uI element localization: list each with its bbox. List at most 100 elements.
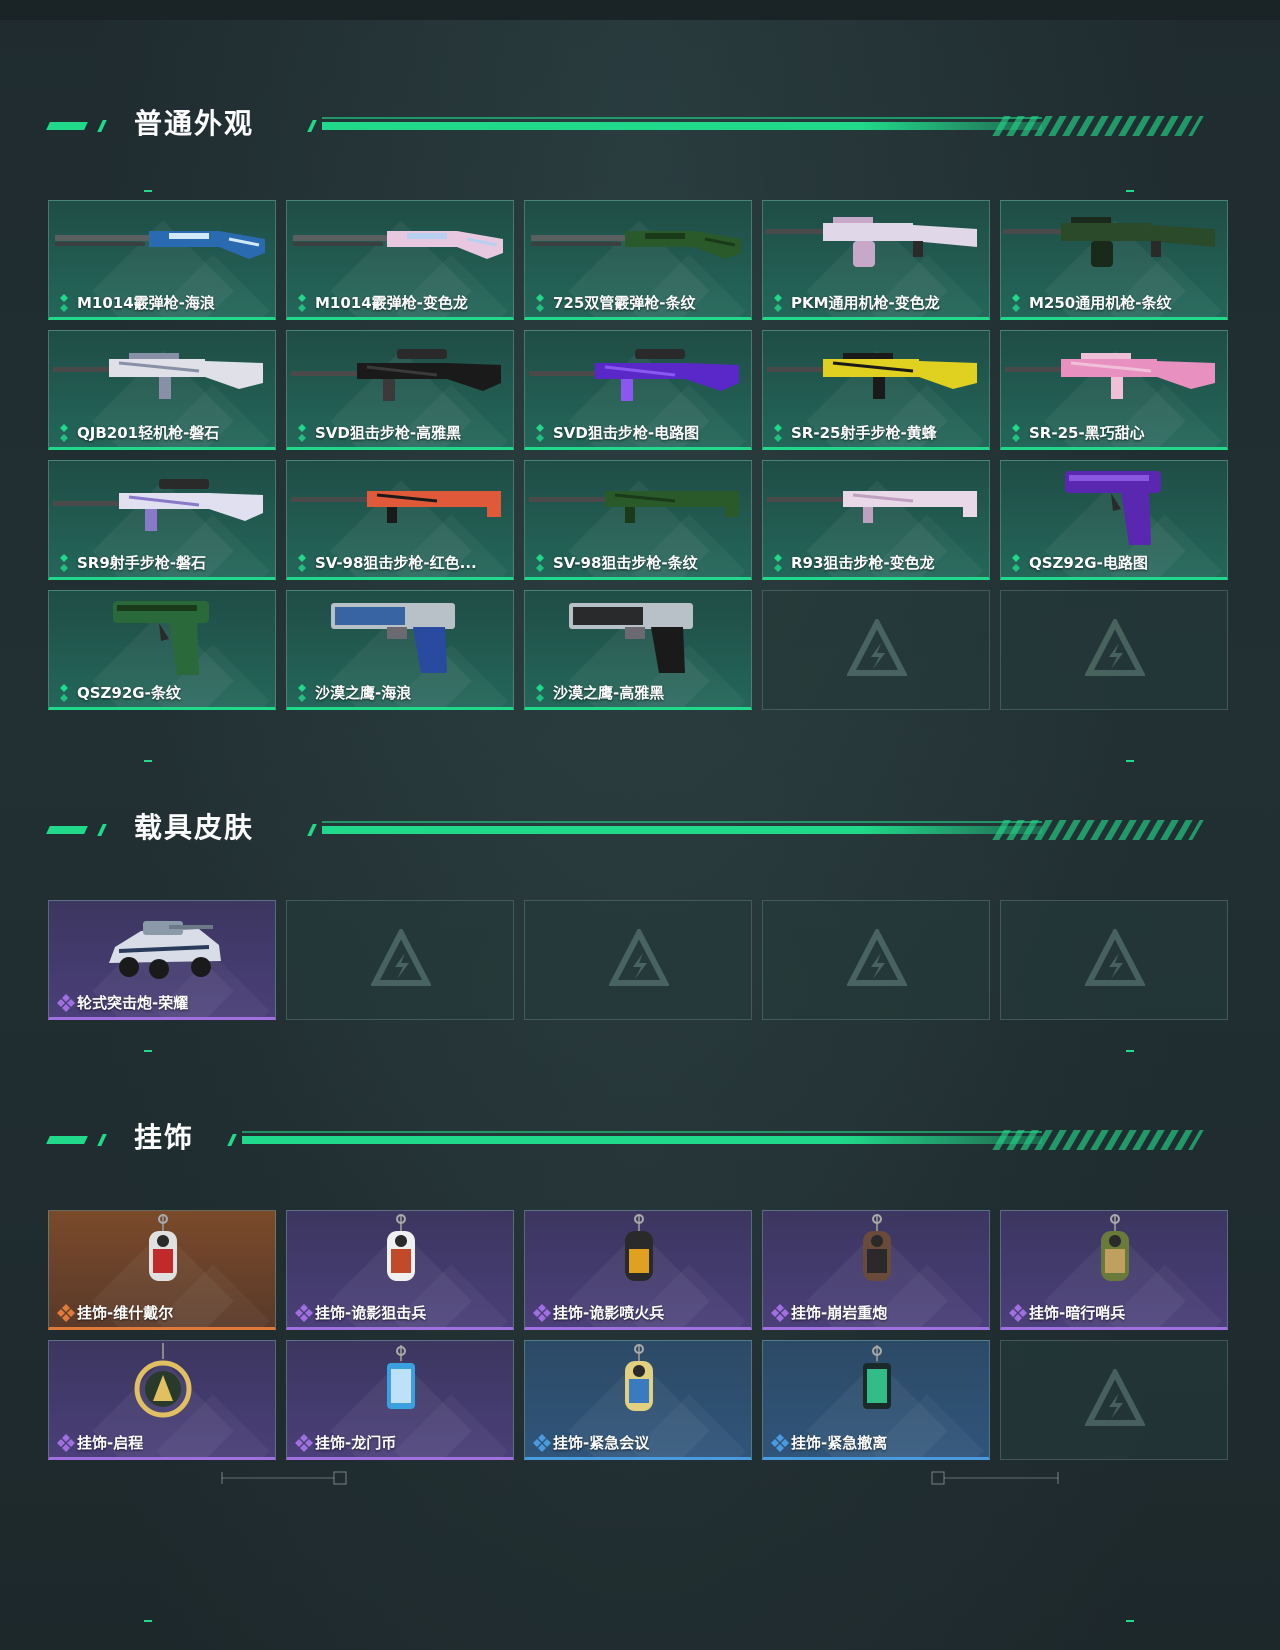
skin-card[interactable]: 挂饰-维什戴尔: [48, 1210, 276, 1330]
item-art: [387, 1214, 415, 1281]
skin-card[interactable]: 沙漠之鹰-高雅黑: [524, 590, 752, 710]
game-logo-icon: [847, 619, 907, 676]
skin-card[interactable]: QJB201轻机枪-磐石: [48, 330, 276, 450]
header-line: [242, 1136, 1042, 1144]
card-label: SV-98狙击步枪-条纹: [533, 552, 698, 573]
charm-grid: 挂饰-维什戴尔 挂饰-诡影狙击兵 挂饰-诡影喷火兵 挂饰-崩岩重炮 挂饰-暗行哨兵挂饰-…: [48, 1210, 1228, 1460]
card-label: M1014霰弹枪-海浪: [57, 292, 215, 313]
rarity-icon: [295, 553, 309, 572]
header-thin-line: [242, 1131, 1042, 1133]
skin-card[interactable]: 轮式突击炮-荣耀: [48, 900, 276, 1020]
skin-card[interactable]: SR-25射手步枪-黄蜂: [762, 330, 990, 450]
empty-slot: [1000, 590, 1228, 710]
card-label: 挂饰-崩岩重炮: [771, 1302, 887, 1323]
item-art: [109, 921, 221, 979]
header-line-tick: [227, 1134, 237, 1146]
item-name: SR-25-黑巧甜心: [1029, 424, 1145, 442]
item-name: 挂饰-诡影喷火兵: [553, 1304, 665, 1322]
card-label: SV-98狙击步枪-红色...: [295, 552, 477, 573]
skin-card[interactable]: 725双管霰弹枪-条纹: [524, 200, 752, 320]
game-logo-icon: [1085, 929, 1145, 986]
item-name: QSZ92G-条纹: [77, 684, 181, 702]
header-thin-line: [322, 117, 1042, 119]
skin-card[interactable]: M1014霰弹枪-海浪: [48, 200, 276, 320]
item-name: 挂饰-诡影狙击兵: [315, 1304, 427, 1322]
header-thin-line: [322, 821, 1042, 823]
skin-card[interactable]: SV-98狙击步枪-条纹: [524, 460, 752, 580]
header-accent-dash: [46, 1136, 88, 1144]
skin-card[interactable]: SVD狙击步枪-电路图: [524, 330, 752, 450]
game-logo-icon: [609, 929, 669, 986]
skin-card[interactable]: SV-98狙击步枪-红色...: [286, 460, 514, 580]
skin-card[interactable]: 挂饰-崩岩重炮: [762, 1210, 990, 1330]
inventory-page: 普通外观 M1014霰弹枪-海浪 M1014霰弹枪-变色龙 725双管霰弹枪-条纹 P…: [0, 0, 1280, 1650]
section-header-normal: 普通外观: [46, 104, 1204, 144]
item-art: [529, 349, 739, 401]
header-checker-pattern: [992, 116, 1204, 136]
skin-card[interactable]: 沙漠之鹰-海浪: [286, 590, 514, 710]
corner-mark: [144, 1620, 152, 1622]
empty-slot: [1000, 1340, 1228, 1460]
rarity-icon: [57, 683, 71, 702]
game-logo-icon: [1085, 1369, 1145, 1426]
card-label: SVD狙击步枪-电路图: [533, 422, 699, 443]
rarity-icon: [533, 1433, 551, 1452]
item-art: [625, 1214, 653, 1281]
rarity-icon: [533, 683, 547, 702]
header-accent-dash: [46, 826, 88, 834]
corner-mark: [144, 1050, 152, 1052]
item-art: [767, 353, 977, 399]
skin-card[interactable]: QSZ92G-条纹: [48, 590, 276, 710]
rarity-icon: [57, 1433, 75, 1452]
card-label: QJB201轻机枪-磐石: [57, 422, 219, 443]
section-title: 载具皮肤: [134, 811, 255, 844]
item-art: [113, 601, 209, 675]
skin-card[interactable]: 挂饰-暗行哨兵: [1000, 1210, 1228, 1330]
card-label: SR-25-黑巧甜心: [1009, 422, 1145, 443]
skin-card[interactable]: 挂饰-诡影喷火兵: [524, 1210, 752, 1330]
skin-card[interactable]: 挂饰-龙门币: [286, 1340, 514, 1460]
item-art: [529, 491, 739, 523]
bottom-ruler-decoration: [221, 1471, 1059, 1485]
card-label: 挂饰-紧急撤离: [771, 1432, 887, 1453]
skin-card[interactable]: PKM通用机枪-变色龙: [762, 200, 990, 320]
item-art: [293, 231, 503, 259]
rarity-icon: [295, 683, 309, 702]
skin-card[interactable]: M1014霰弹枪-变色龙: [286, 200, 514, 320]
corner-mark: [1126, 1620, 1134, 1622]
card-label: M1014霰弹枪-变色龙: [295, 292, 468, 313]
item-name: 轮式突击炮-荣耀: [77, 994, 189, 1012]
game-logo-icon: [1085, 619, 1145, 676]
skin-card[interactable]: 挂饰-紧急会议: [524, 1340, 752, 1460]
item-name: M1014霰弹枪-海浪: [77, 294, 215, 312]
rarity-icon: [295, 293, 309, 312]
rarity-icon: [295, 1433, 313, 1452]
rarity-icon: [533, 293, 547, 312]
skin-card[interactable]: SR9射手步枪-磐石: [48, 460, 276, 580]
card-label: 沙漠之鹰-高雅黑: [533, 682, 664, 703]
skin-card[interactable]: 挂饰-紧急撤离: [762, 1340, 990, 1460]
item-name: SR-25射手步枪-黄蜂: [791, 424, 937, 442]
card-label: 挂饰-暗行哨兵: [1009, 1302, 1125, 1323]
card-label: M250通用机枪-条纹: [1009, 292, 1171, 313]
skin-card[interactable]: SR-25-黑巧甜心: [1000, 330, 1228, 450]
skin-card[interactable]: 挂饰-启程: [48, 1340, 276, 1460]
skin-card[interactable]: SVD狙击步枪-高雅黑: [286, 330, 514, 450]
rarity-icon: [57, 293, 71, 312]
corner-mark: [144, 760, 152, 762]
item-name: 挂饰-紧急会议: [553, 1434, 650, 1452]
skin-card[interactable]: 挂饰-诡影狙击兵: [286, 1210, 514, 1330]
skin-card[interactable]: QSZ92G-电路图: [1000, 460, 1228, 580]
rarity-icon: [1009, 1303, 1027, 1322]
skin-card[interactable]: R93狙击步枪-变色龙: [762, 460, 990, 580]
skin-card[interactable]: M250通用机枪-条纹: [1000, 200, 1228, 320]
item-name: M1014霰弹枪-变色龙: [315, 294, 468, 312]
card-label: QSZ92G-电路图: [1009, 552, 1148, 573]
rarity-icon: [533, 1303, 551, 1322]
rarity-icon: [533, 423, 547, 442]
rarity-icon: [771, 293, 785, 312]
rarity-icon: [57, 553, 71, 572]
item-name: PKM通用机枪-变色龙: [791, 294, 940, 312]
header-line-tick: [307, 120, 317, 132]
item-name: QSZ92G-电路图: [1029, 554, 1148, 572]
